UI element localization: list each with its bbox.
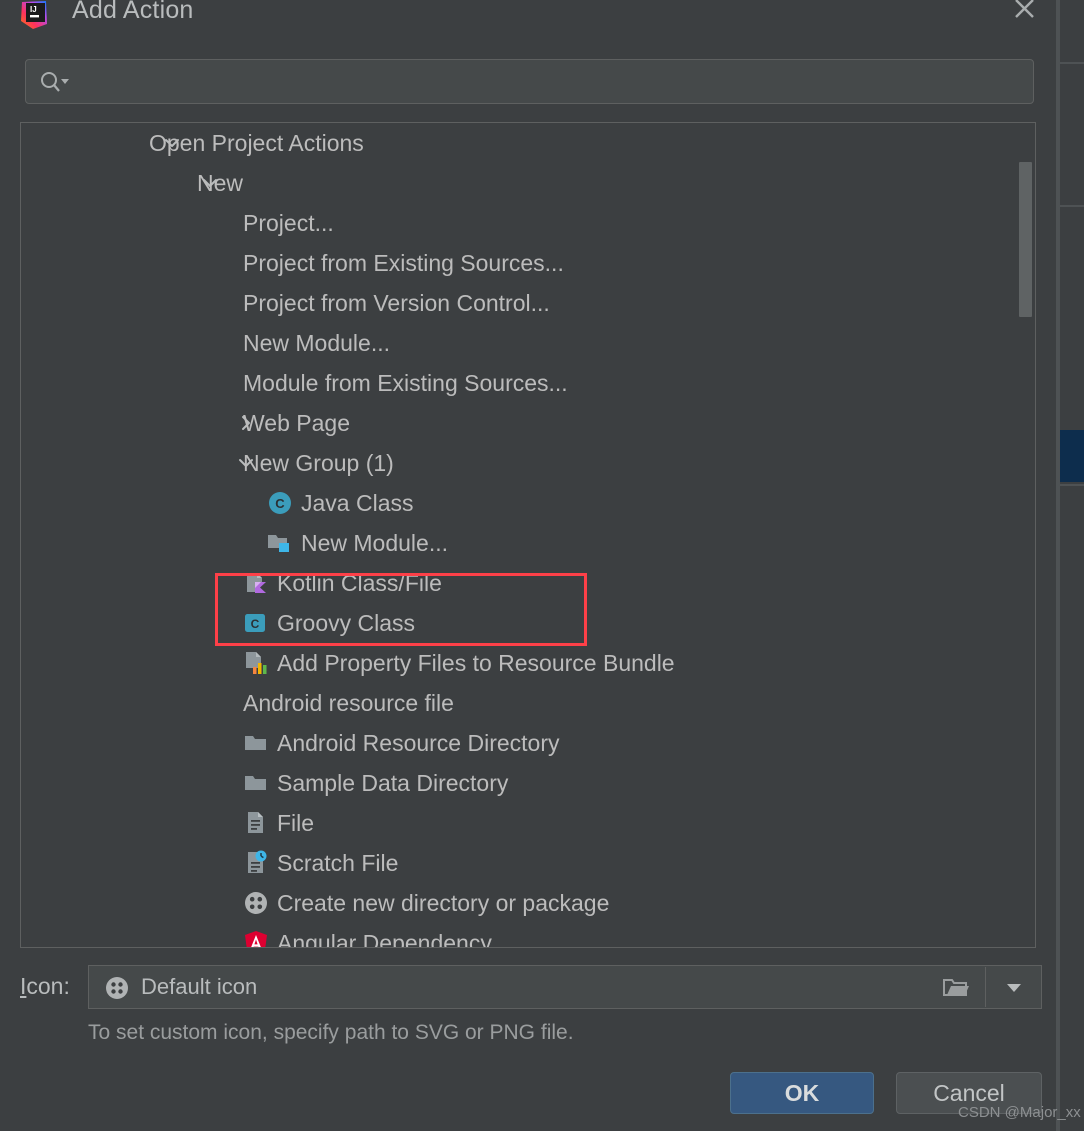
background-divider — [1060, 484, 1084, 486]
tree-row-label: Web Page — [243, 409, 350, 436]
resource-bundle-icon — [243, 650, 269, 676]
svg-text:IJ: IJ — [30, 5, 37, 14]
tree-row-label: Kotlin Class/File — [277, 569, 442, 596]
folder-open-icon[interactable] — [928, 966, 984, 1008]
tree-row[interactable]: Web Page — [21, 403, 1035, 443]
tree-row[interactable]: Kotlin Class/File — [21, 563, 1035, 603]
tree-row-label: New — [197, 169, 244, 196]
background-editor-panel — [1060, 0, 1084, 1131]
tree-row[interactable]: Scratch File — [21, 843, 1035, 883]
tree-row[interactable]: C Groovy Class — [21, 603, 1035, 643]
tree-row[interactable]: C Java Class — [21, 483, 1035, 523]
screen: IJ Add Action Open Project Actions New P… — [0, 0, 1084, 1131]
search-icon — [40, 71, 70, 93]
tree-row[interactable]: Add Property Files to Resource Bundle — [21, 643, 1035, 683]
tree-row[interactable]: Android resource file — [21, 683, 1035, 723]
angular-icon — [243, 930, 269, 947]
dialog-titlebar: IJ Add Action — [0, 0, 1056, 52]
tree-row-label: New Module... — [243, 329, 391, 356]
tree-row[interactable]: Open Project Actions — [21, 123, 1035, 163]
tree-row-label: Scratch File — [277, 849, 399, 876]
tree-row-label: Android Resource Directory — [277, 729, 560, 756]
watermark: CSDN @Major_xx — [958, 1104, 1081, 1121]
tree-row-label: Android resource file — [243, 689, 454, 716]
module-folder-icon — [267, 530, 293, 556]
default-dots-icon — [105, 976, 129, 1000]
tree-row[interactable]: Angular Dependency — [21, 923, 1035, 948]
folder-icon — [243, 770, 269, 796]
actions-tree[interactable]: Open Project Actions New Project... Project… — [20, 122, 1036, 948]
svg-text:C: C — [251, 617, 260, 631]
background-selected-item — [1060, 430, 1084, 482]
tree-row[interactable]: Module from Existing Sources... — [21, 363, 1035, 403]
tree-row-label: Module from Existing Sources... — [243, 369, 568, 396]
tree-row[interactable]: New Module... — [21, 323, 1035, 363]
tree-row[interactable]: New Module... — [21, 523, 1035, 563]
tree-row-label: Sample Data Directory — [277, 769, 509, 796]
tree-row-label: Add Property Files to Resource Bundle — [277, 649, 675, 676]
icon-field-hint: To set custom icon, specify path to SVG … — [88, 1021, 574, 1044]
icon-combobox[interactable]: Default icon — [88, 965, 1042, 1009]
combobox-divider — [985, 967, 986, 1007]
icon-label-rest: con: — [26, 973, 70, 999]
icon-field-label: Icon: — [20, 973, 70, 1000]
tree-row-label: File — [277, 809, 315, 836]
tree-row[interactable]: New — [21, 163, 1035, 203]
background-divider — [1060, 62, 1084, 64]
tree-row-label: Create new directory or package — [277, 889, 610, 916]
tree-row-label: Angular Dependency — [277, 929, 492, 948]
default-dots-icon — [243, 890, 269, 916]
svg-text:C: C — [275, 496, 285, 511]
tree-row[interactable]: File — [21, 803, 1035, 843]
tree-row-label: Open Project Actions — [149, 129, 364, 156]
groovy-class-icon: C — [243, 610, 269, 636]
tree-row-label: New Group (1) — [243, 449, 394, 476]
folder-icon — [243, 730, 269, 756]
tree-row[interactable]: Android Resource Directory — [21, 723, 1035, 763]
background-divider — [1060, 205, 1084, 207]
chevron-down-icon[interactable] — [987, 966, 1041, 1008]
intellij-idea-logo-icon: IJ — [20, 0, 50, 30]
kotlin-file-icon — [243, 570, 269, 596]
java-class-icon: C — [267, 490, 293, 516]
tree-row-label: New Module... — [301, 529, 449, 556]
scratch-file-icon — [243, 850, 269, 876]
icon-combobox-value: Default icon — [141, 974, 258, 999]
add-action-dialog: IJ Add Action Open Project Actions New P… — [0, 0, 1056, 1131]
file-icon — [243, 810, 269, 836]
ok-button[interactable]: OK — [730, 1072, 874, 1114]
page-title: Add Action — [72, 0, 194, 24]
tree-row[interactable]: Sample Data Directory — [21, 763, 1035, 803]
tree-row-label: Project from Version Control... — [243, 289, 550, 316]
tree-scrollbar-thumb[interactable] — [1019, 162, 1032, 317]
tree-row[interactable]: Project... — [21, 203, 1035, 243]
tree-row[interactable]: Project from Version Control... — [21, 283, 1035, 323]
tree-row[interactable]: Create new directory or package — [21, 883, 1035, 923]
search-field[interactable] — [25, 59, 1034, 104]
tree-row-label: Groovy Class — [277, 609, 416, 636]
tree-row-label: Project... — [243, 209, 334, 236]
tree-row[interactable]: New Group (1) — [21, 443, 1035, 483]
search-input[interactable] — [81, 60, 1021, 103]
tree-row[interactable]: Project from Existing Sources... — [21, 243, 1035, 283]
tree-row-label: Project from Existing Sources... — [243, 249, 564, 276]
close-icon[interactable] — [1008, 0, 1040, 28]
tree-row-label: Java Class — [301, 489, 414, 516]
tree-scrollbar-track[interactable] — [1019, 124, 1034, 947]
